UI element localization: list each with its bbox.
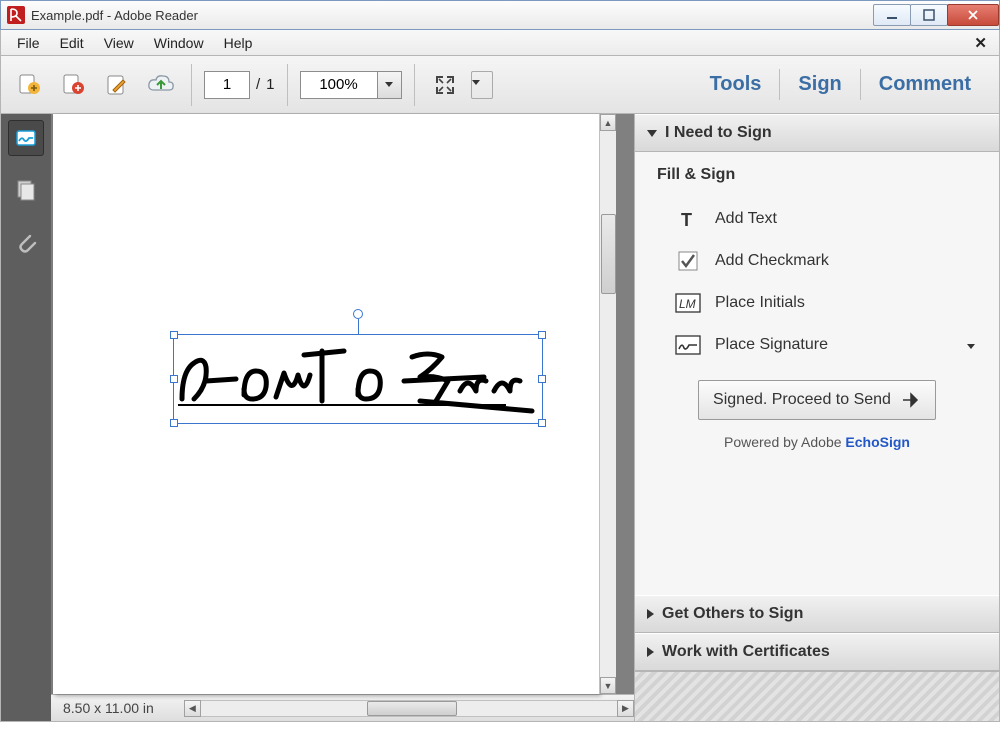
initials-icon: LM — [675, 292, 701, 314]
scroll-right-button[interactable]: ▶ — [617, 700, 634, 717]
menu-bar: File Edit View Window Help ✕ — [0, 30, 1000, 56]
scroll-up-button[interactable]: ▲ — [600, 114, 616, 131]
page-dimensions: 8.50 x 11.00 in — [63, 700, 154, 716]
zoom-selector[interactable]: 100% — [300, 71, 402, 99]
accordion-label: Get Others to Sign — [662, 605, 803, 623]
chevron-down-icon — [967, 336, 975, 354]
powered-text: Powered by Adobe — [724, 434, 842, 450]
window-title: Example.pdf - Adobe Reader — [31, 8, 198, 23]
accordion-get-others-to-sign[interactable]: Get Others to Sign — [635, 595, 999, 633]
page-number-input[interactable] — [204, 71, 250, 99]
close-document-button[interactable]: ✕ — [968, 34, 993, 52]
text-icon: T — [675, 208, 701, 230]
create-pdf-button[interactable] — [55, 67, 91, 103]
status-bar: 8.50 x 11.00 in ◀ ▶ — [51, 694, 634, 721]
zoom-value[interactable]: 100% — [300, 71, 378, 99]
proceed-to-send-button[interactable]: Signed. Proceed to Send — [698, 380, 936, 420]
menu-edit[interactable]: Edit — [50, 33, 94, 53]
export-pdf-button[interactable] — [11, 67, 47, 103]
toolbar-separator — [414, 64, 415, 106]
menu-view[interactable]: View — [94, 33, 144, 53]
sign-panel: I Need to Sign Fill & Sign T Add Text Ad… — [634, 114, 999, 721]
fill-sign-heading: Fill & Sign — [651, 166, 983, 184]
close-button[interactable] — [947, 4, 999, 26]
tool-label: Place Signature — [715, 336, 828, 354]
fill-and-sign-body: Fill & Sign T Add Text Add Checkmark LM … — [635, 152, 999, 595]
accordion-work-with-certificates[interactable]: Work with Certificates — [635, 633, 999, 671]
powered-by-line: Powered by Adobe EchoSign — [651, 434, 983, 450]
chevron-down-icon — [647, 130, 657, 137]
accordion-i-need-to-sign[interactable]: I Need to Sign — [635, 114, 999, 152]
chevron-right-icon — [647, 647, 654, 657]
hscroll-thumb[interactable] — [367, 701, 457, 716]
placed-signature[interactable]: How-To Geek — [176, 341, 542, 419]
rotation-handle[interactable] — [353, 309, 363, 319]
document-viewport[interactable]: How-To Geek ▲ ▼ — [51, 114, 634, 694]
chevron-right-icon — [647, 609, 654, 619]
menu-file[interactable]: File — [7, 33, 50, 53]
task-tabs: Tools Sign Comment — [692, 69, 989, 100]
resize-handle-br[interactable] — [538, 419, 546, 427]
document-area: How-To Geek ▲ ▼ 8.50 x 11.00 in ◀ ▶ — [51, 114, 634, 721]
signatures-panel-button[interactable] — [8, 120, 44, 156]
tool-place-signature[interactable]: Place Signature — [651, 324, 983, 366]
resize-handle-tl[interactable] — [170, 331, 178, 339]
rotation-handle-line — [358, 319, 359, 335]
tool-label: Add Text — [715, 210, 777, 228]
navigation-pane — [1, 114, 51, 721]
tool-add-text[interactable]: T Add Text — [651, 198, 983, 240]
adobe-reader-icon — [7, 6, 25, 24]
panel-resize-grip[interactable] — [635, 671, 999, 721]
page-navigator: / 1 — [204, 71, 275, 99]
main-area: How-To Geek ▲ ▼ 8.50 x 11.00 in ◀ ▶ — [0, 114, 1000, 722]
page-separator: / — [256, 76, 260, 93]
pdf-page[interactable]: How-To Geek — [53, 114, 599, 694]
checkmark-icon — [675, 250, 701, 272]
fit-view-button[interactable] — [427, 67, 463, 103]
horizontal-scrollbar[interactable]: ◀ ▶ — [184, 700, 634, 717]
echosign-link[interactable]: EchoSign — [845, 434, 910, 450]
resize-handle-bl[interactable] — [170, 419, 178, 427]
proceed-wrap: Signed. Proceed to Send — [651, 380, 983, 420]
button-label: Signed. Proceed to Send — [713, 391, 891, 409]
svg-text:T: T — [681, 210, 692, 229]
arrow-right-icon — [901, 392, 921, 408]
maximize-button[interactable] — [910, 4, 948, 26]
signature-icon — [675, 334, 701, 356]
menu-window[interactable]: Window — [144, 33, 214, 53]
scroll-left-button[interactable]: ◀ — [184, 700, 201, 717]
svg-text:LM: LM — [679, 297, 696, 311]
view-dropdown-button[interactable] — [471, 71, 493, 99]
zoom-dropdown-button[interactable] — [378, 71, 402, 99]
tool-label: Place Initials — [715, 294, 805, 312]
cloud-upload-button[interactable] — [143, 67, 179, 103]
scroll-thumb[interactable] — [601, 214, 616, 294]
resize-handle-tr[interactable] — [538, 331, 546, 339]
edit-pdf-button[interactable] — [99, 67, 135, 103]
tab-comment[interactable]: Comment — [860, 69, 989, 100]
attachments-button[interactable] — [8, 224, 44, 260]
page-total: 1 — [266, 76, 274, 93]
toolbar-separator — [191, 64, 192, 106]
tool-place-initials[interactable]: LM Place Initials — [651, 282, 983, 324]
page-thumbnails-button[interactable] — [8, 172, 44, 208]
minimize-button[interactable] — [873, 4, 911, 26]
signature-selection-box[interactable]: How-To Geek — [173, 334, 543, 424]
tool-add-checkmark[interactable]: Add Checkmark — [651, 240, 983, 282]
toolbar-separator — [287, 64, 288, 106]
hscroll-track[interactable] — [201, 700, 617, 717]
window-buttons — [874, 4, 999, 26]
toolbar: / 1 100% Tools Sign Comment — [0, 56, 1000, 114]
accordion-label: Work with Certificates — [662, 643, 830, 661]
tab-sign[interactable]: Sign — [779, 69, 859, 100]
scroll-down-button[interactable]: ▼ — [600, 677, 616, 694]
tool-label: Add Checkmark — [715, 252, 829, 270]
tab-tools[interactable]: Tools — [692, 69, 780, 100]
accordion-label: I Need to Sign — [665, 124, 772, 142]
window-titlebar: Example.pdf - Adobe Reader — [0, 0, 1000, 30]
vertical-scrollbar[interactable]: ▲ ▼ — [599, 114, 616, 694]
menu-help[interactable]: Help — [214, 33, 263, 53]
